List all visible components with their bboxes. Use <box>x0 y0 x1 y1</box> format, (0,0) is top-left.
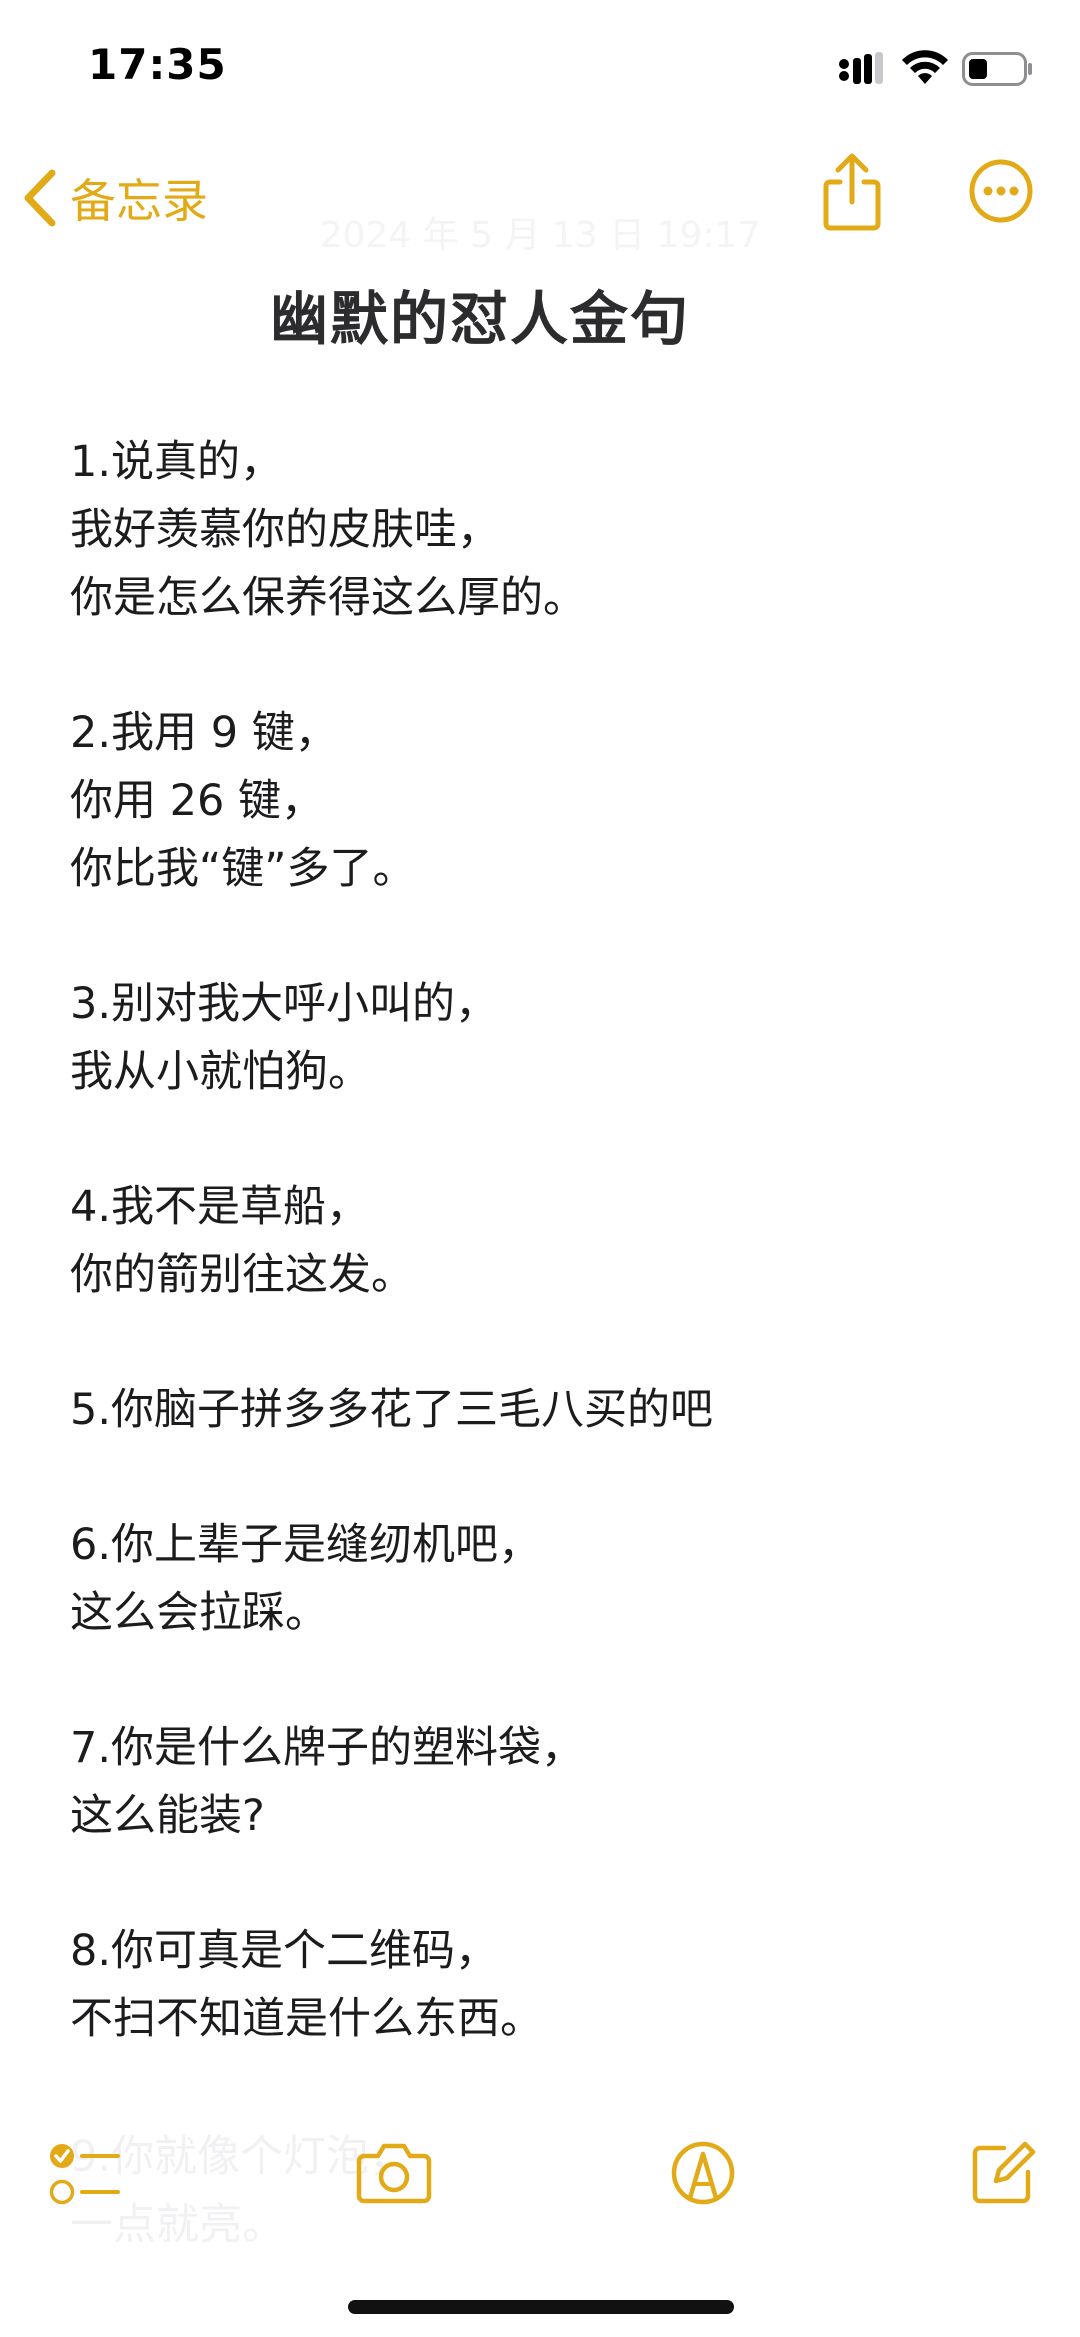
markup-button[interactable] <box>670 2140 736 2210</box>
note-line: 你比我“键”多了。 <box>70 844 416 894</box>
note-item: 5.你脑子拼多多花了三毛八买的吧 <box>70 1376 1010 1444</box>
checklist-icon <box>49 2144 120 2205</box>
note-body[interactable]: 1.说真的， 我好羡慕你的皮肤哇， 你是怎么保养得这么厚的。 2.我用 9 键，… <box>70 428 1010 2120</box>
note-line: 5.你脑子拼多多花了三毛八买的吧 <box>70 1385 714 1435</box>
status-time: 17:35 <box>88 40 227 89</box>
home-indicator[interactable] <box>348 2300 734 2314</box>
note-date: 2024 年 5 月 13 日 19:17 <box>319 215 761 256</box>
cellular-signal-icon <box>839 52 883 84</box>
note-item: 2.我用 9 键， 你用 26 键， 你比我“键”多了。 <box>70 699 1010 903</box>
compose-button[interactable] <box>970 2140 1036 2210</box>
note-item: 6.你上辈子是缝纫机吧， 这么会拉踩。 <box>70 1511 1010 1647</box>
note-line: 这么能装? <box>70 1791 265 1841</box>
compose-icon <box>972 2141 1036 2204</box>
note-line: 3.别对我大呼小叫的， <box>70 979 499 1029</box>
note-item: 1.说真的， 我好羡慕你的皮肤哇， 你是怎么保养得这么厚的。 <box>70 428 1010 632</box>
camera-icon <box>356 2143 432 2204</box>
note-line: 你的箭别往这发。 <box>70 1250 414 1300</box>
note-item: 7.你是什么牌子的塑料袋， 这么能装? <box>70 1714 1010 1850</box>
note-line: 你是怎么保养得这么厚的。 <box>70 573 586 623</box>
note-line: 你用 26 键， <box>70 776 325 826</box>
note-line: 我从小就怕狗。 <box>70 1047 371 1097</box>
note-title: 幽默的怼人金句 <box>269 285 690 353</box>
note-line: 8.你可真是个二维码， <box>70 1926 499 1976</box>
battery-icon <box>962 52 1032 86</box>
note-item: 4.我不是草船， 你的箭别往这发。 <box>70 1173 1010 1309</box>
note-item: 8.你可真是个二维码， 不扫不知道是什么东西。 <box>70 1917 1010 2053</box>
camera-button[interactable] <box>356 2140 432 2210</box>
note-item: 3.别对我大呼小叫的， 我从小就怕狗。 <box>70 970 1010 1106</box>
note-line: 1.说真的， <box>70 437 284 487</box>
note-line: 6.你上辈子是缝纫机吧， <box>70 1520 542 1570</box>
note-line: 不扫不知道是什么东西。 <box>70 1994 543 2044</box>
note-line: 我好羡慕你的皮肤哇， <box>70 505 500 555</box>
note-line: 2.我用 9 键， <box>70 708 338 758</box>
bottom-toolbar <box>0 2130 1080 2250</box>
checklist-button[interactable] <box>48 2140 122 2214</box>
wifi-icon <box>902 50 948 84</box>
markup-pen-icon <box>671 2141 735 2205</box>
status-bar: 17:35 <box>0 0 1080 130</box>
note-line: 4.我不是草船， <box>70 1182 370 1232</box>
note-line: 7.你是什么牌子的塑料袋， <box>70 1723 585 1773</box>
note-line: 这么会拉踩。 <box>70 1588 328 1638</box>
